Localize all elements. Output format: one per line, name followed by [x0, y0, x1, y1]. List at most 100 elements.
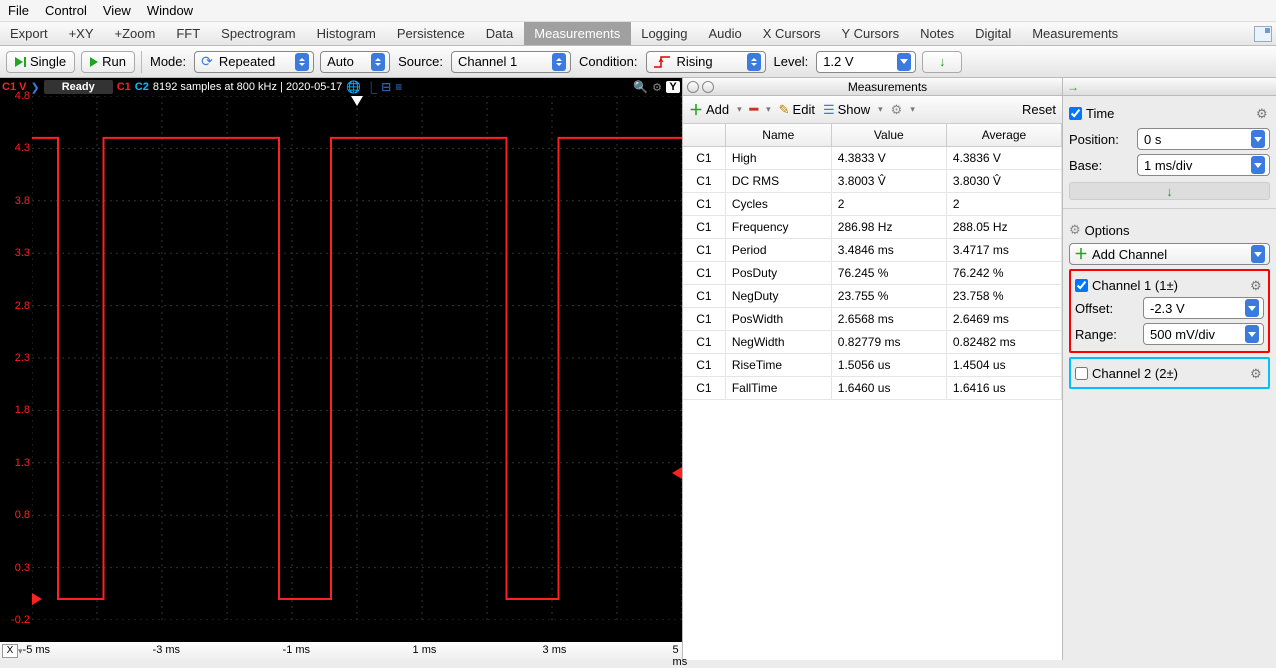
single-button[interactable]: Single	[6, 51, 75, 73]
settings-button[interactable]: ⚙	[891, 102, 903, 118]
tool-icon[interactable]: ≡	[395, 80, 402, 94]
range-input[interactable]: 500 mV/div	[1143, 323, 1264, 345]
zoom-icon[interactable]: 🔍	[633, 80, 648, 94]
gear-icon[interactable]: ⚙	[1256, 106, 1270, 120]
trigger-level-marker[interactable]	[672, 467, 682, 479]
ch1-checkbox[interactable]	[1075, 279, 1088, 292]
table-row[interactable]: C1PosDuty76.245 %76.242 %	[683, 262, 1062, 285]
menu-file[interactable]: File	[8, 0, 29, 21]
tool-icon[interactable]: ⊟	[381, 80, 391, 94]
tab-notes[interactable]: Notes	[910, 22, 965, 45]
run-button[interactable]: Run	[81, 51, 135, 73]
reset-button[interactable]: Reset	[1022, 102, 1056, 117]
tab-xy[interactable]: +XY	[59, 22, 105, 45]
show-button[interactable]: ☰ Show	[823, 102, 870, 118]
x-tick: 5 ms	[673, 644, 688, 668]
y-button[interactable]: Y	[666, 81, 680, 93]
table-row[interactable]: C1Frequency286.98 Hz288.05 Hz	[683, 216, 1062, 239]
base-input[interactable]: 1 ms/div	[1137, 154, 1270, 176]
gear-icon[interactable]: ⚙	[652, 81, 662, 94]
x-button[interactable]: X	[2, 644, 18, 658]
edit-button[interactable]: ✎Edit	[779, 102, 815, 118]
base-label: Base:	[1069, 158, 1133, 173]
tab-logging[interactable]: Logging	[631, 22, 698, 45]
arrow-right-icon[interactable]: →	[1067, 80, 1079, 94]
tab-measurements[interactable]: Measurements	[1022, 22, 1129, 45]
time-checkbox[interactable]	[1069, 107, 1082, 120]
dropdown-icon[interactable]: ▾	[910, 104, 915, 115]
expand-icon[interactable]	[1254, 26, 1272, 42]
tab-fft[interactable]: FFT	[166, 22, 211, 45]
tab-xcursors[interactable]: X Cursors	[753, 22, 832, 45]
table-header[interactable]: Average	[946, 124, 1061, 147]
table-row[interactable]: C1DC RMS3.8003 V̂3.8030 V̂	[683, 170, 1062, 193]
x-tick: -5 ms	[23, 644, 51, 656]
tool-icon[interactable]: 🌐	[346, 80, 361, 94]
menu-window[interactable]: Window	[147, 0, 193, 21]
source-select[interactable]: Channel 1	[451, 51, 571, 73]
repeat-icon: ⟳	[201, 53, 213, 70]
y-axis: 4.84.33.83.32.82.31.81.30.80.3-0.2	[0, 96, 32, 642]
table-row[interactable]: C1Cycles22	[683, 193, 1062, 216]
c1-badge[interactable]: C1	[117, 81, 131, 93]
gear-icon[interactable]: ⚙	[1250, 366, 1264, 380]
ch1-label: Channel 1 (1±)	[1092, 278, 1178, 293]
plot-area[interactable]	[32, 96, 682, 642]
circle-icon[interactable]	[702, 81, 714, 93]
table-row[interactable]: C1RiseTime1.5056 us1.4504 us	[683, 354, 1062, 377]
dropdown-icon[interactable]: ▾	[737, 104, 742, 115]
menu-control[interactable]: Control	[45, 0, 87, 21]
collapse-bar[interactable]: ↓	[1069, 182, 1270, 200]
dropdown-icon[interactable]: ▾	[878, 104, 883, 115]
auto-select[interactable]: Auto	[320, 51, 390, 73]
add-channel-select[interactable]: ＋ Add Channel	[1069, 243, 1270, 265]
tab-audio[interactable]: Audio	[699, 22, 753, 45]
source-label: Source:	[396, 54, 445, 69]
remove-button[interactable]: ━	[750, 101, 758, 118]
table-header[interactable]	[683, 124, 725, 147]
table-row[interactable]: C1PosWidth2.6568 ms2.6469 ms	[683, 308, 1062, 331]
ch2-checkbox[interactable]	[1075, 367, 1088, 380]
tab-export[interactable]: Export	[0, 22, 59, 45]
y-tick: 4.8	[15, 90, 30, 102]
table-header[interactable]: Value	[831, 124, 946, 147]
tab-data[interactable]: Data	[476, 22, 524, 45]
trigger-marker[interactable]	[351, 96, 363, 106]
y-tick: -0.2	[11, 614, 30, 626]
tab-measurements[interactable]: Measurements	[524, 22, 631, 45]
gear-icon[interactable]: ⚙	[1069, 222, 1081, 238]
tab-spectrogram[interactable]: Spectrogram	[211, 22, 306, 45]
tool-icon[interactable]: ⎿	[365, 79, 377, 96]
condition-select[interactable]: Rising	[646, 51, 766, 73]
y-tick: 3.3	[15, 247, 30, 259]
ch2-label: Channel 2 (2±)	[1092, 366, 1178, 381]
table-row[interactable]: C1FallTime1.6460 us1.6416 us	[683, 377, 1062, 400]
table-row[interactable]: C1High4.3833 V4.3836 V	[683, 147, 1062, 170]
c2-badge[interactable]: C2	[135, 81, 149, 93]
circle-icon[interactable]	[687, 81, 699, 93]
add-button[interactable]: ＋Add	[689, 100, 729, 120]
gear-icon[interactable]: ⚙	[1250, 278, 1264, 292]
menu-view[interactable]: View	[103, 0, 131, 21]
y-tick: 0.3	[15, 562, 30, 574]
table-row[interactable]: C1NegDuty23.755 %23.758 %	[683, 285, 1062, 308]
position-input[interactable]: 0 s	[1137, 128, 1270, 150]
y-tick: 4.3	[15, 142, 30, 154]
tab-histogram[interactable]: Histogram	[307, 22, 387, 45]
table-row[interactable]: C1NegWidth0.82779 ms0.82482 ms	[683, 331, 1062, 354]
dropdown-icon[interactable]: ▾	[766, 104, 771, 115]
x-tick: 1 ms	[413, 644, 437, 656]
level-input[interactable]: 1.2 V	[816, 51, 916, 73]
tab-ycursors[interactable]: Y Cursors	[832, 22, 911, 45]
table-header[interactable]: Name	[725, 124, 831, 147]
tab-zoom[interactable]: +Zoom	[105, 22, 167, 45]
ground-marker[interactable]	[32, 593, 42, 605]
play-icon	[90, 57, 98, 67]
table-row[interactable]: C1Period3.4846 ms3.4717 ms	[683, 239, 1062, 262]
offset-input[interactable]: -2.3 V	[1143, 297, 1264, 319]
mode-select[interactable]: ⟳Repeated	[194, 51, 314, 73]
tab-digital[interactable]: Digital	[965, 22, 1022, 45]
x-tick: 3 ms	[543, 644, 567, 656]
tab-persistence[interactable]: Persistence	[387, 22, 476, 45]
down-button[interactable]: ↓	[922, 51, 962, 73]
